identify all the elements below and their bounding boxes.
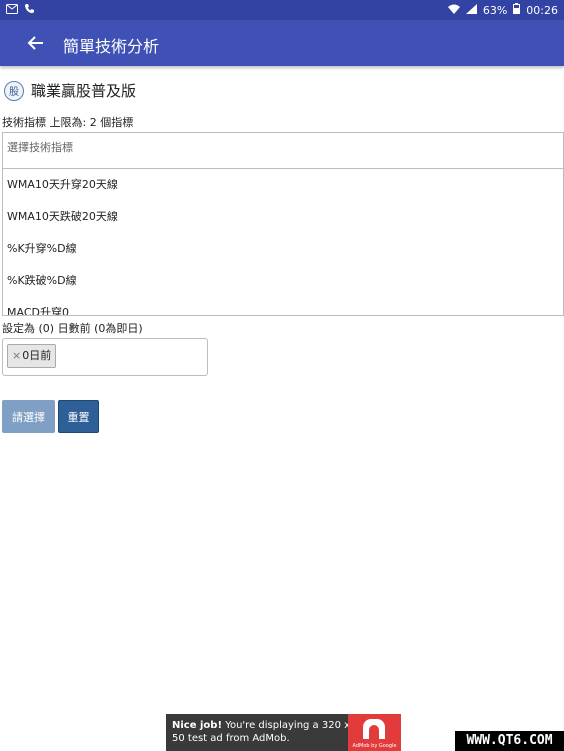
indicator-search-input[interactable]: 選擇技術指標 <box>3 133 563 169</box>
chip-remove-icon[interactable]: × <box>12 349 21 362</box>
indicator-option[interactable]: MACD升穿0 <box>3 297 563 315</box>
indicator-limit-label: 技術指標 上限為: 2 個指標 <box>2 116 134 129</box>
days-chip: ×0日前 <box>7 344 57 368</box>
battery-level: 63% <box>482 3 508 17</box>
signal-icon <box>465 3 477 17</box>
status-bar: 63% 00:26 <box>0 0 564 20</box>
message-icon <box>6 3 18 17</box>
page-title: 簡單技術分析 <box>63 37 160 56</box>
admob-caption: AdMob by Google <box>352 743 397 749</box>
ad-text: Nice job! You're displaying a 320 x 50 t… <box>172 719 352 745</box>
days-select[interactable]: ×0日前 <box>2 338 208 376</box>
brand-name: 職業贏股普及版 <box>31 82 137 100</box>
reset-button[interactable]: 重置 <box>58 400 99 433</box>
ad-headline: Nice job! <box>172 720 223 731</box>
ad-banner[interactable]: Nice job! You're displaying a 320 x 50 t… <box>166 714 401 751</box>
indicator-option[interactable]: WMA10天升穿20天線 <box>3 169 563 201</box>
indicator-option[interactable]: %K跌破%D線 <box>3 265 563 297</box>
admob-logo-icon: AdMob by Google <box>348 714 401 751</box>
indicator-multiselect[interactable]: 選擇技術指標 WMA10天升穿20天線 WMA10天跌破20天線 %K升穿%D線… <box>2 132 564 316</box>
chip-label: 0日前 <box>22 349 52 362</box>
watermark: WWW.QT6.COM <box>455 731 564 751</box>
select-button[interactable]: 請選擇 <box>2 400 55 433</box>
stock-logo-icon: 股 <box>4 80 24 101</box>
indicator-option[interactable]: WMA10天跌破20天線 <box>3 201 563 233</box>
phone-icon <box>24 3 35 17</box>
indicator-option[interactable]: %K升穿%D線 <box>3 233 563 265</box>
app-bar: 簡單技術分析 <box>0 20 564 66</box>
days-label: 設定為 (0) 日數前 (0為即日) <box>2 322 143 335</box>
clock-time: 00:26 <box>526 3 558 17</box>
back-arrow-icon[interactable] <box>25 32 47 54</box>
wifi-icon <box>447 4 460 17</box>
battery-icon <box>513 3 521 17</box>
brand-header: 股 職業贏股普及版 <box>4 80 136 101</box>
